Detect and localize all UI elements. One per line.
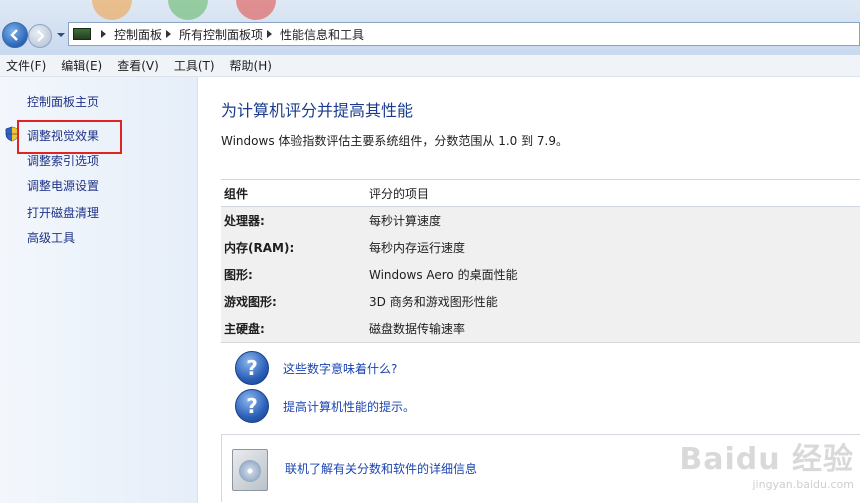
forward-button[interactable] [28, 24, 52, 48]
sidebar-item-power[interactable]: 调整电源设置 [27, 177, 99, 194]
watermark-url: jingyan.baidu.com [752, 478, 854, 491]
arrow-right-icon [37, 30, 45, 42]
menu-help[interactable]: 帮助(H) [230, 57, 272, 74]
sidebar-item-indexing[interactable]: 调整索引选项 [27, 152, 99, 169]
highlight-box [17, 120, 122, 154]
sidebar-item-home[interactable]: 控制面板主页 [27, 93, 99, 110]
address-bar-area: 控制面板 所有控制面板项 性能信息和工具 [0, 0, 860, 55]
breadcrumb-separator-icon[interactable] [101, 30, 106, 38]
link-what-numbers-mean[interactable]: 这些数字意味着什么? [283, 360, 397, 377]
sidebar-item-disk-cleanup[interactable]: 打开磁盘清理 [27, 204, 99, 221]
back-button[interactable] [2, 22, 28, 48]
component-name: 主硬盘: [224, 322, 265, 336]
rated-item: Windows Aero 的桌面性能 [369, 268, 518, 282]
menu-file[interactable]: 文件(F) [6, 57, 46, 74]
menu-bar: 文件(F) 编辑(E) 查看(V) 工具(T) 帮助(H) [0, 55, 860, 77]
page-description: Windows 体验指数评估主要系统组件，分数范围从 1.0 到 7.9。 [221, 134, 568, 148]
component-name: 图形: [224, 268, 253, 282]
help-question-icon[interactable]: ? [235, 351, 269, 385]
table-row: 处理器: 每秒计算速度 [221, 207, 860, 234]
table-row: 内存(RAM): 每秒内存运行速度 [221, 234, 860, 261]
column-header-component: 组件 [224, 186, 249, 201]
table-body: 处理器: 每秒计算速度 内存(RAM): 每秒内存运行速度 图形: Window… [221, 207, 860, 343]
menu-tools[interactable]: 工具(T) [174, 57, 215, 74]
column-header-rated-item: 评分的项目 [369, 186, 430, 201]
page-title: 为计算机评分并提高其性能 [221, 101, 414, 120]
breadcrumb-separator-icon[interactable] [166, 30, 172, 38]
table-row: 游戏图形: 3D 商务和游戏图形性能 [221, 288, 860, 315]
watermark-logo: Baidu 经验 [679, 442, 854, 477]
component-name: 游戏图形: [224, 295, 277, 309]
breadcrumb-item-all-items[interactable]: 所有控制面板项 [179, 26, 263, 43]
help-question-icon[interactable]: ? [235, 389, 269, 423]
component-name: 处理器: [224, 214, 265, 228]
software-box-icon [232, 449, 268, 491]
sidebar: 控制面板主页 调整视觉效果 调整索引选项 调整电源设置 打开磁盘清理 高级工具 [0, 77, 198, 503]
watermark: Baidu 经验 jingyan.baidu.com [679, 434, 854, 491]
table-row: 图形: Windows Aero 的桌面性能 [221, 261, 860, 288]
rated-item: 磁盘数据传输速率 [369, 322, 466, 336]
address-field[interactable]: 控制面板 所有控制面板项 性能信息和工具 [68, 22, 860, 46]
rated-item: 每秒计算速度 [369, 214, 442, 228]
arrow-left-icon [10, 29, 18, 41]
link-online-details[interactable]: 联机了解有关分数和软件的详细信息 [285, 460, 477, 477]
breadcrumb-item-control-panel[interactable]: 控制面板 [114, 26, 162, 43]
table-row: 主硬盘: 磁盘数据传输速率 [221, 315, 860, 342]
menu-view[interactable]: 查看(V) [117, 57, 159, 74]
main-content: 为计算机评分并提高其性能 Windows 体验指数评估主要系统组件，分数范围从 … [199, 77, 860, 503]
menu-edit[interactable]: 编辑(E) [61, 57, 102, 74]
rated-item: 3D 商务和游戏图形性能 [369, 295, 498, 309]
history-dropdown-icon[interactable] [56, 30, 66, 40]
breadcrumb-item-performance[interactable]: 性能信息和工具 [280, 26, 364, 43]
breadcrumb-separator-icon[interactable] [267, 30, 273, 38]
help-item-meaning: ? 这些数字意味着什么? [235, 351, 397, 385]
components-table: 组件 评分的项目 处理器: 每秒计算速度 内存(RAM): 每秒内存运行速度 图… [221, 179, 860, 343]
decorative-blob [236, 0, 276, 20]
rated-item: 每秒内存运行速度 [369, 241, 466, 255]
table-header: 组件 评分的项目 [221, 179, 860, 207]
component-name: 内存(RAM): [224, 241, 295, 255]
help-item-tips: ? 提高计算机性能的提示。 [235, 389, 415, 423]
sidebar-item-advanced-tools[interactable]: 高级工具 [27, 229, 75, 246]
control-panel-icon [73, 28, 91, 40]
decorative-blob [92, 0, 132, 20]
decorative-blob [168, 0, 208, 20]
link-performance-tips[interactable]: 提高计算机性能的提示。 [283, 398, 415, 415]
